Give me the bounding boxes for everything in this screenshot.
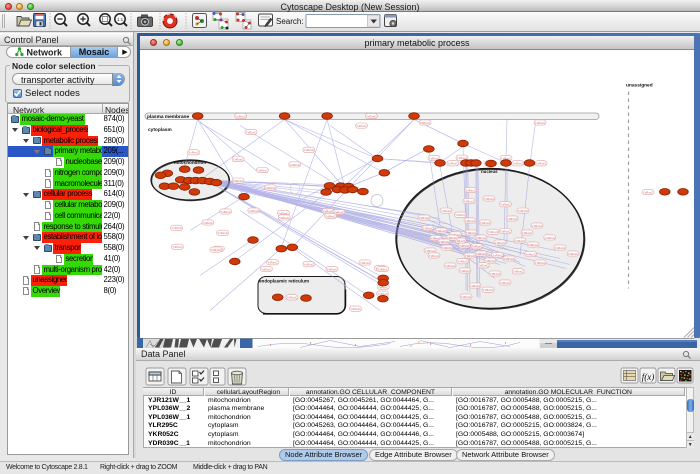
svg-text:YxRxxC: YxRxxC xyxy=(480,220,490,224)
svg-text:YxRxxC: YxRxxC xyxy=(172,245,182,249)
svg-text:YxRxxC: YxRxxC xyxy=(459,243,469,247)
svg-text:YxRxxC: YxRxxC xyxy=(525,252,535,256)
svg-text:YxRxxC: YxRxxC xyxy=(425,248,435,252)
svg-text:YxRxxC: YxRxxC xyxy=(265,185,275,189)
svg-text:YxRxxC: YxRxxC xyxy=(188,150,198,154)
svg-text:YxRxxC: YxRxxC xyxy=(233,179,243,183)
svg-text:YxRxxC: YxRxxC xyxy=(429,253,439,257)
svg-text:1:1: 1:1 xyxy=(117,17,124,22)
svg-text:YxRxxC: YxRxxC xyxy=(490,271,500,275)
svg-text:YxRxxC: YxRxxC xyxy=(445,263,455,267)
svg-text:YxRxxC: YxRxxC xyxy=(217,231,227,235)
svg-text:YxRxxC: YxRxxC xyxy=(470,283,480,287)
svg-text:YxRxxC: YxRxxC xyxy=(476,251,486,255)
svg-text:YxRxxC: YxRxxC xyxy=(448,161,458,165)
svg-text:YxRxxC: YxRxxC xyxy=(512,161,522,165)
svg-text:YxRxxC: YxRxxC xyxy=(457,259,467,263)
svg-text:unassigned: unassigned xyxy=(626,82,653,88)
svg-text:YxRxxC: YxRxxC xyxy=(366,114,376,118)
svg-text:YxRxxC: YxRxxC xyxy=(356,124,366,128)
svg-text:YxRxxC: YxRxxC xyxy=(211,248,221,252)
svg-text:YxRxxC: YxRxxC xyxy=(436,228,446,232)
svg-text:YxRxxC: YxRxxC xyxy=(465,253,475,257)
svg-text:YxRxxC: YxRxxC xyxy=(643,190,653,194)
svg-text:YxRxxC: YxRxxC xyxy=(464,199,474,203)
svg-text:YxRxxC: YxRxxC xyxy=(466,230,476,234)
svg-text:YxRxxC: YxRxxC xyxy=(478,263,488,267)
svg-text:YxRxxC: YxRxxC xyxy=(488,230,498,234)
svg-text:YxRxxC: YxRxxC xyxy=(287,295,297,299)
svg-text:YxRxxC: YxRxxC xyxy=(325,214,335,218)
svg-text:YxRxxC: YxRxxC xyxy=(261,267,271,271)
svg-text:YxRxxC: YxRxxC xyxy=(423,226,433,230)
svg-text:YxRxxC: YxRxxC xyxy=(528,242,538,246)
svg-text:YxRxxC: YxRxxC xyxy=(257,168,267,172)
svg-text:YxRxxC: YxRxxC xyxy=(518,209,528,213)
svg-text:YxRxxC: YxRxxC xyxy=(461,294,471,298)
svg-text:YxRxxC: YxRxxC xyxy=(483,288,493,292)
svg-text:YxRxxC: YxRxxC xyxy=(304,262,314,266)
svg-text:YxRxxC: YxRxxC xyxy=(535,120,545,124)
svg-text:YxRxxC: YxRxxC xyxy=(350,307,360,311)
svg-text:YxRxxC: YxRxxC xyxy=(536,161,546,165)
svg-text:YxRxxC: YxRxxC xyxy=(419,215,429,219)
svg-text:f(x): f(x) xyxy=(642,372,655,382)
svg-text:YxRxxC: YxRxxC xyxy=(485,258,495,262)
svg-text:YxRxxC: YxRxxC xyxy=(249,208,259,212)
svg-text:YxRxxC: YxRxxC xyxy=(555,245,565,249)
svg-text:cytoplasm: cytoplasm xyxy=(148,127,172,133)
svg-text:YxRxxC: YxRxxC xyxy=(289,162,299,166)
svg-text:YxRxxC: YxRxxC xyxy=(465,188,475,192)
svg-text:plasma membrane: plasma membrane xyxy=(147,114,189,120)
svg-text:YxRxxC: YxRxxC xyxy=(360,260,370,264)
svg-text:YxRxxC: YxRxxC xyxy=(484,196,494,200)
svg-text:YxRxxC: YxRxxC xyxy=(507,216,517,220)
svg-text:YxRxxC: YxRxxC xyxy=(492,253,502,257)
svg-text:YxRxxC: YxRxxC xyxy=(465,218,475,222)
svg-text:endoplasmic reticulum: endoplasmic reticulum xyxy=(259,278,309,283)
svg-text:YxRxxC: YxRxxC xyxy=(233,157,243,161)
svg-text:YxRxxC: YxRxxC xyxy=(220,209,230,213)
svg-text:YxRxxC: YxRxxC xyxy=(377,267,387,271)
svg-text:YxRxxC: YxRxxC xyxy=(500,202,510,206)
svg-text:YxRxxC: YxRxxC xyxy=(267,260,277,264)
svg-text:nucleus: nucleus xyxy=(481,169,498,174)
svg-text:YxRxxC: YxRxxC xyxy=(472,244,482,248)
svg-text:YxRxxC: YxRxxC xyxy=(535,260,545,264)
svg-text:YxRxxC: YxRxxC xyxy=(460,268,470,272)
svg-text:YxRxxC: YxRxxC xyxy=(323,209,333,213)
svg-text:YxRxxC: YxRxxC xyxy=(439,239,449,243)
svg-text:YxRxxC: YxRxxC xyxy=(441,209,451,213)
svg-text:YxRxxC: YxRxxC xyxy=(544,235,554,239)
svg-text:YxRxxC: YxRxxC xyxy=(442,246,452,250)
svg-text:YxRxxC: YxRxxC xyxy=(513,269,523,273)
svg-text:YxRxxC: YxRxxC xyxy=(500,280,510,284)
svg-text:YxRxxC: YxRxxC xyxy=(203,220,213,224)
svg-text:YxRxxC: YxRxxC xyxy=(515,238,525,242)
svg-text:YxRxxC: YxRxxC xyxy=(327,267,337,271)
svg-text:Search:: Search: xyxy=(276,17,304,26)
svg-text:YxRxxC: YxRxxC xyxy=(246,130,256,134)
svg-text:mitochondrion: mitochondrion xyxy=(174,160,206,165)
svg-text:YxRxxC: YxRxxC xyxy=(532,223,542,227)
svg-text:YxRxxC: YxRxxC xyxy=(504,256,514,260)
svg-text:YxRxxC: YxRxxC xyxy=(235,114,245,118)
svg-text:YxRxxC: YxRxxC xyxy=(500,229,510,233)
svg-text:YxRxxC: YxRxxC xyxy=(279,215,289,219)
svg-text:YxRxxC: YxRxxC xyxy=(522,230,532,234)
svg-text:YxRxxC: YxRxxC xyxy=(455,213,465,217)
svg-text:YxRxxC: YxRxxC xyxy=(568,251,578,255)
svg-text:YxRxxC: YxRxxC xyxy=(304,148,314,152)
svg-text:YxRxxC: YxRxxC xyxy=(495,240,505,244)
svg-text:YxRxxC: YxRxxC xyxy=(476,235,486,239)
svg-text:YxRxxC: YxRxxC xyxy=(171,226,181,230)
svg-text:YxRxxC: YxRxxC xyxy=(420,120,430,124)
